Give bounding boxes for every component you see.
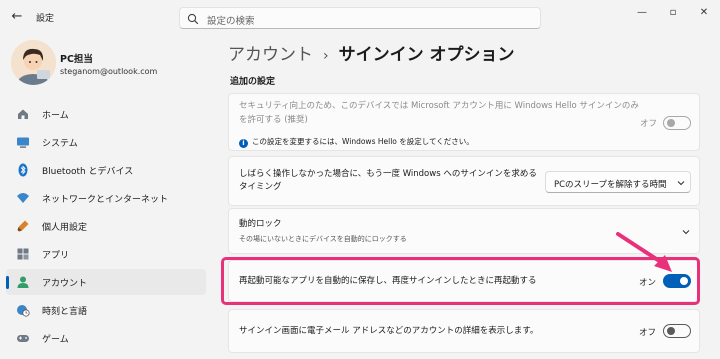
profile-name: PC担当 — [60, 54, 93, 65]
nav-label: 個人用設定 — [42, 223, 88, 233]
search-input[interactable]: 設定の検索 — [179, 7, 541, 29]
search-placeholder: 設定の検索 — [207, 16, 255, 27]
nav-item-accounts[interactable]: アカウント — [6, 269, 206, 295]
require-signin-dropdown[interactable]: PCのスリープを解除する時間 — [545, 171, 691, 193]
section-title: 追加の設定 — [230, 77, 276, 87]
setting-text: を許可する (推奨) — [239, 115, 308, 125]
annotation-arrow-icon — [616, 232, 672, 272]
chevron-down-icon — [677, 181, 685, 186]
wifi-icon — [17, 193, 29, 203]
breadcrumb-parent[interactable]: アカウント — [228, 45, 313, 65]
apps-icon — [17, 248, 29, 260]
brush-icon — [17, 220, 29, 232]
nav-item-personalization[interactable]: 個人用設定 — [6, 213, 206, 239]
setting-show-account-details: サインイン画面に電子メール アドレスなどのアカウントの詳細を表示します。 オフ — [228, 309, 700, 353]
nav-label: ゲーム — [42, 335, 69, 345]
avatar — [11, 40, 56, 85]
nav-item-home[interactable]: ホーム — [6, 101, 206, 127]
nav-label: ホーム — [42, 111, 69, 121]
toggle-knob — [667, 327, 675, 335]
nav-item-system[interactable]: システム — [6, 129, 206, 155]
page-title: サインイン オプション — [338, 45, 515, 65]
hello-only-toggle[interactable] — [663, 116, 691, 130]
active-indicator — [6, 276, 9, 289]
back-arrow-icon[interactable]: ← — [8, 9, 26, 25]
maximize-button[interactable]: ▫ — [665, 6, 681, 20]
dropdown-value: PCのスリープを解除する時間 — [554, 180, 667, 190]
nav-item-apps[interactable]: アプリ — [6, 241, 206, 267]
search-icon — [187, 13, 199, 25]
account-icon — [17, 276, 29, 288]
nav-label: 時刻と言語 — [42, 307, 88, 317]
title-bar: ← 設定 設定の検索 — ▫ ✕ — [0, 0, 720, 34]
nav-item-gaming[interactable]: ゲーム — [6, 325, 206, 351]
toggle-knob — [667, 119, 675, 127]
show-account-details-toggle[interactable] — [663, 324, 691, 338]
toggle-state-label: オフ — [639, 328, 657, 338]
nav-label: システム — [42, 139, 78, 149]
setting-hello-only: セキュリティ向上のため、このデバイスでは Microsoft アカウント用に W… — [228, 93, 700, 151]
breadcrumb: アカウント › サインイン オプション — [228, 40, 515, 65]
info-message: i この設定を変更するには、Windows Hello を設定してください。 — [239, 136, 474, 148]
toggle-state-label: オフ — [640, 119, 658, 129]
setting-text: タイミング — [239, 182, 282, 192]
nav-label: アプリ — [42, 251, 70, 261]
close-button[interactable]: ✕ — [696, 6, 712, 20]
info-icon: i — [239, 139, 248, 148]
info-text: この設定を変更するには、Windows Hello を設定してください。 — [252, 137, 474, 146]
setting-text: セキュリティ向上のため、このデバイスでは Microsoft アカウント用に W… — [239, 101, 639, 111]
app-title: 設定 — [36, 14, 55, 24]
home-icon — [18, 109, 28, 119]
nav-label: Bluetooth とデバイス — [42, 167, 134, 177]
game-icon — [17, 335, 29, 342]
nav-item-network[interactable]: ネットワークとインターネット — [6, 185, 206, 211]
nav-item-time-language[interactable]: 時刻と言語 — [6, 297, 206, 323]
nav-label: ネットワークとインターネット — [42, 195, 169, 205]
setting-title: 動的ロック — [239, 219, 282, 229]
setting-text: しばらく操作しなかった場合に、もう一度 Windows へのサインインを求める — [239, 169, 537, 179]
nav-label: アカウント — [42, 279, 88, 289]
globe-clock-icon — [17, 305, 30, 317]
bluetooth-icon — [18, 163, 28, 177]
setting-subtitle: その場にいないときにデバイスを自動的にロックする — [239, 235, 407, 243]
setting-require-signin: しばらく操作しなかった場合に、もう一度 Windows へのサインインを求める … — [228, 156, 700, 206]
setting-text: サインイン画面に電子メール アドレスなどのアカウントの詳細を表示します。 — [239, 326, 539, 336]
nav-item-bluetooth[interactable]: Bluetooth とデバイス — [6, 157, 206, 183]
chevron-right-icon: › — [323, 48, 329, 64]
profile-email: steganom@outlook.com — [60, 67, 158, 76]
system-icon — [17, 137, 29, 148]
minimize-button[interactable]: — — [634, 6, 650, 20]
